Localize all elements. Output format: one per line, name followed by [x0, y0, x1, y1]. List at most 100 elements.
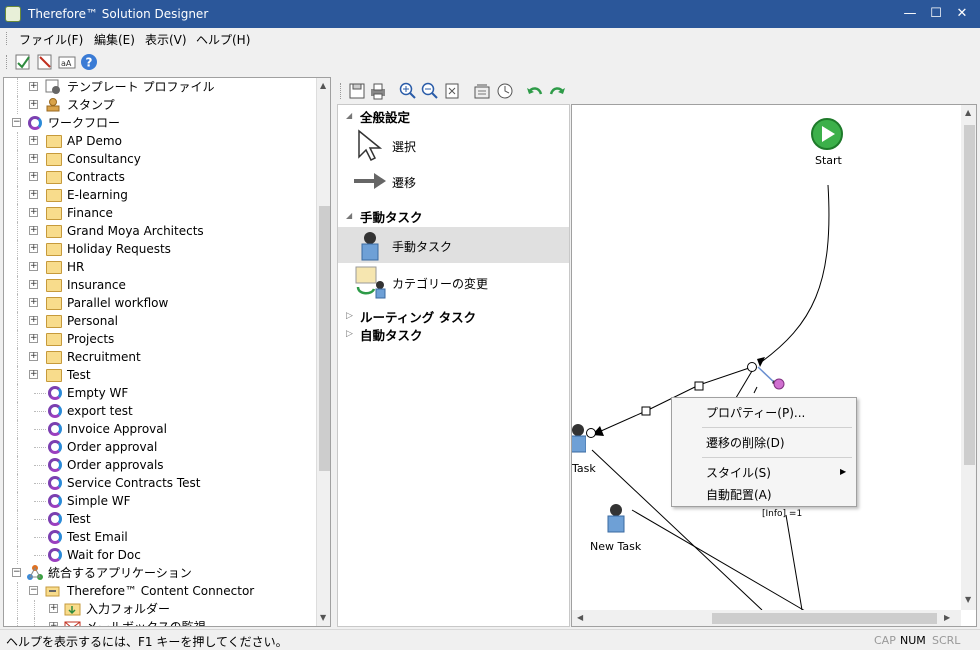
check-in-icon[interactable] — [14, 53, 32, 71]
expand-icon[interactable]: + — [29, 136, 38, 145]
expand-icon[interactable]: + — [29, 82, 38, 91]
menu-edit[interactable]: 編集(E) — [94, 31, 135, 48]
collapse-icon[interactable]: − — [12, 568, 21, 577]
expand-icon[interactable]: + — [29, 208, 38, 217]
canvas-vscroll-thumb[interactable] — [964, 125, 975, 465]
canvas-hscroll-thumb[interactable] — [712, 613, 937, 624]
tree-workflow-item[interactable]: Test Email — [4, 528, 314, 546]
start-node-icon[interactable] — [810, 117, 844, 151]
save-icon[interactable] — [348, 82, 366, 100]
tree-folder-item[interactable]: + Personal — [4, 312, 314, 330]
tree-workflow-item[interactable]: Test — [4, 510, 314, 528]
scroll-up-icon[interactable]: ▲ — [320, 81, 326, 90]
expand-triangle-icon[interactable]: ▷ — [346, 329, 353, 339]
zoom-in-icon[interactable] — [399, 82, 417, 100]
connector-handle[interactable] — [773, 378, 785, 390]
tree-item-workflow[interactable]: − ワークフロー — [4, 114, 314, 132]
expand-icon[interactable]: + — [29, 352, 38, 361]
scroll-right-icon[interactable]: ▶ — [944, 613, 950, 622]
collapse-icon[interactable]: − — [12, 118, 21, 127]
tree-folder-item[interactable]: + Contracts — [4, 168, 314, 186]
bend-handle[interactable] — [694, 381, 704, 391]
check-out-icon[interactable] — [36, 53, 54, 71]
menu-file[interactable]: ファイル(F) — [19, 31, 83, 48]
palette-item-change-category[interactable]: カテゴリーの変更 — [338, 265, 569, 301]
tree-folder-item[interactable]: + E-learning — [4, 186, 314, 204]
palette-section-auto-task[interactable]: 自動タスク — [360, 325, 423, 344]
tree-folder-item[interactable]: + Parallel workflow — [4, 294, 314, 312]
context-menu-properties[interactable]: プロパティー(P)... — [706, 404, 805, 421]
undo-icon[interactable] — [526, 82, 544, 100]
tree-scrollbar[interactable]: ▲ ▼ — [316, 78, 330, 626]
expand-icon[interactable]: + — [49, 622, 58, 626]
tree-item-stamp[interactable]: + スタンプ — [4, 96, 314, 114]
tree-item-mailbox[interactable]: + メールボックスの監視 — [4, 618, 314, 626]
tree-folder-item[interactable]: + Consultancy — [4, 150, 314, 168]
user-task-icon[interactable] — [605, 503, 627, 537]
close-button[interactable]: ✕ — [950, 4, 974, 24]
expand-icon[interactable]: + — [29, 154, 38, 163]
help-icon[interactable]: ? — [80, 53, 98, 71]
tree-item-input-folder[interactable]: + 入力フォルダー — [4, 600, 314, 618]
scroll-down-icon[interactable]: ▼ — [965, 595, 971, 604]
tree-workflow-item[interactable]: Empty WF — [4, 384, 314, 402]
tree-workflow-item[interactable]: Order approvals — [4, 456, 314, 474]
properties-icon[interactable] — [473, 82, 491, 100]
expand-icon[interactable]: + — [49, 604, 58, 613]
expand-icon[interactable]: + — [29, 262, 38, 271]
expand-icon[interactable]: + — [29, 226, 38, 235]
tree-folder-item[interactable]: + Finance — [4, 204, 314, 222]
expand-icon[interactable]: + — [29, 316, 38, 325]
tree-workflow-item[interactable]: Wait for Doc — [4, 546, 314, 564]
tree-folder-item[interactable]: + Test — [4, 366, 314, 384]
tree-workflow-item[interactable]: export test — [4, 402, 314, 420]
tree-workflow-item[interactable]: Invoice Approval — [4, 420, 314, 438]
tree-folder-item[interactable]: + Grand Moya Architects — [4, 222, 314, 240]
collapse-icon[interactable]: − — [29, 586, 38, 595]
expand-icon[interactable]: + — [29, 280, 38, 289]
tree-workflow-item[interactable]: Simple WF — [4, 492, 314, 510]
collapse-triangle-icon[interactable]: ◢ — [346, 111, 352, 120]
tree-folder-item[interactable]: + HR — [4, 258, 314, 276]
tree-item-template-profile[interactable]: + テンプレート プロファイル — [4, 78, 314, 96]
zoom-out-icon[interactable] — [421, 82, 439, 100]
maximize-button[interactable]: ☐ — [924, 4, 948, 24]
tree-item-integrations[interactable]: − 統合するアプリケーション — [4, 564, 314, 582]
menu-view[interactable]: 表示(V) — [145, 31, 187, 48]
tree-folder-item[interactable]: + Projects — [4, 330, 314, 348]
bend-handle[interactable] — [641, 406, 651, 416]
scroll-down-icon[interactable]: ▼ — [320, 613, 326, 622]
expand-icon[interactable]: + — [29, 244, 38, 253]
context-menu-delete-transition[interactable]: 遷移の削除(D) — [706, 434, 785, 451]
context-menu-auto-layout[interactable]: 自動配置(A) — [706, 486, 772, 503]
expand-icon[interactable]: + — [29, 370, 38, 379]
transition-handle[interactable] — [747, 362, 757, 372]
context-menu-style[interactable]: スタイル(S) — [706, 464, 771, 481]
canvas-vscrollbar[interactable]: ▲ ▼ — [961, 105, 976, 610]
collapse-triangle-icon[interactable]: ◢ — [346, 211, 352, 220]
translate-icon[interactable]: aA — [58, 53, 76, 71]
menu-help[interactable]: ヘルプ(H) — [196, 31, 250, 48]
expand-icon[interactable]: + — [29, 100, 38, 109]
fit-page-icon[interactable] — [443, 82, 461, 100]
palette-section-general[interactable]: 全般設定 — [360, 107, 410, 126]
expand-icon[interactable]: + — [29, 334, 38, 343]
scroll-up-icon[interactable]: ▲ — [965, 108, 971, 117]
scroll-left-icon[interactable]: ◀ — [577, 613, 583, 622]
palette-section-manual-task[interactable]: 手動タスク — [360, 207, 423, 226]
palette-item-select[interactable]: 選択 — [338, 125, 569, 161]
tree-workflow-item[interactable]: Order approval — [4, 438, 314, 456]
canvas-hscrollbar[interactable]: ◀ ▶ — [572, 610, 961, 626]
tree-folder-item[interactable]: + Insurance — [4, 276, 314, 294]
tree-folder-item[interactable]: + Recruitment — [4, 348, 314, 366]
tree-folder-item[interactable]: + AP Demo — [4, 132, 314, 150]
palette-item-manual-task[interactable]: 手動タスク — [338, 227, 569, 263]
expand-icon[interactable]: + — [29, 298, 38, 307]
expand-icon[interactable]: + — [29, 190, 38, 199]
tree-workflow-item[interactable]: Service Contracts Test — [4, 474, 314, 492]
print-icon[interactable] — [369, 82, 387, 100]
redo-icon[interactable] — [548, 82, 566, 100]
timer-icon[interactable] — [496, 82, 514, 100]
expand-triangle-icon[interactable]: ▷ — [346, 311, 353, 321]
expand-icon[interactable]: + — [29, 172, 38, 181]
